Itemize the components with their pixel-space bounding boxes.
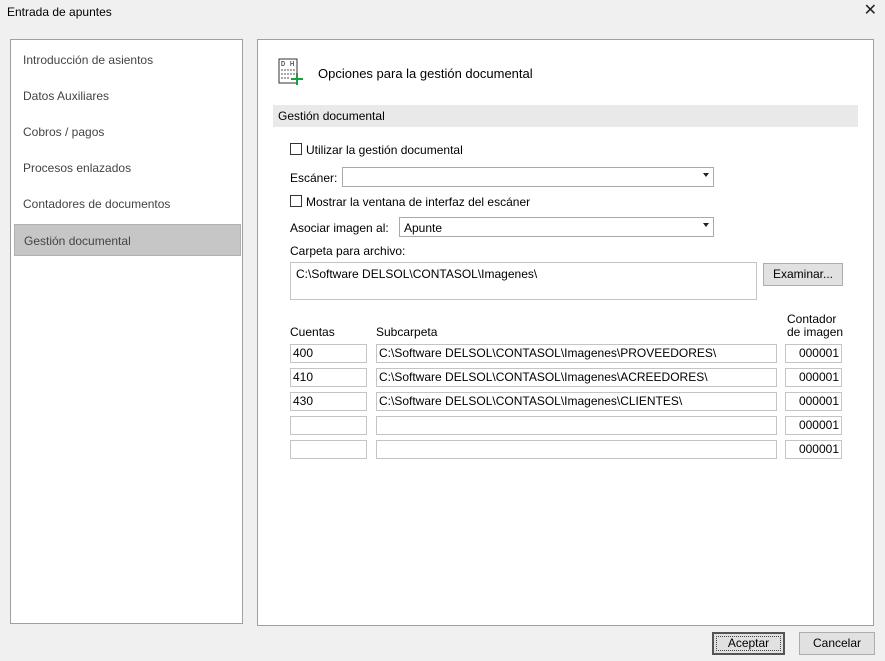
folder-label: Carpeta para archivo: xyxy=(290,244,406,258)
counter-cell[interactable]: 000001 xyxy=(785,440,842,459)
accept-button[interactable]: Aceptar xyxy=(712,632,785,655)
sidebar-item-procesos-enlazados[interactable]: Procesos enlazados xyxy=(14,152,241,184)
counter-cell[interactable]: 000001 xyxy=(785,416,842,435)
account-cell[interactable] xyxy=(290,416,367,435)
account-cell[interactable]: 400 xyxy=(290,344,367,363)
sidebar-item-datos-auxiliares[interactable]: Datos Auxiliares xyxy=(14,80,241,112)
folder-input[interactable]: C:\Software DELSOL\CONTASOL\Imagenes\ xyxy=(290,262,757,300)
sidebar-item-gestion-documental[interactable]: Gestión documental xyxy=(14,224,241,256)
subfolder-cell[interactable] xyxy=(376,416,777,435)
svg-text:D: D xyxy=(281,60,285,68)
account-cell[interactable]: 430 xyxy=(290,392,367,411)
options-panel: D H Opciones para la gestión documental … xyxy=(257,39,874,626)
svg-text:H: H xyxy=(290,60,294,68)
associate-value: Apunte xyxy=(404,221,443,235)
cancel-button[interactable]: Cancelar xyxy=(799,632,875,655)
scanner-select[interactable] xyxy=(342,167,714,187)
sidebar-item-cobros-pagos[interactable]: Cobros / pagos xyxy=(14,116,241,148)
sidebar-item-introduccion[interactable]: Introducción de asientos xyxy=(14,44,241,76)
counter-cell[interactable]: 000001 xyxy=(785,344,842,363)
sidebar: Introducción de asientos Datos Auxiliare… xyxy=(10,39,243,624)
show-scanner-ui-checkbox[interactable] xyxy=(290,195,302,207)
subfolder-cell[interactable] xyxy=(376,440,777,459)
sidebar-item-contadores[interactable]: Contadores de documentos xyxy=(14,188,241,220)
panel-title: Opciones para la gestión documental xyxy=(318,66,533,81)
associate-select[interactable]: Apunte xyxy=(399,217,714,237)
subfolder-cell[interactable]: C:\Software DELSOL\CONTASOL\Imagenes\ACR… xyxy=(376,368,777,387)
browse-button[interactable]: Examinar... xyxy=(763,263,843,286)
counter-header-line2: de imagen xyxy=(787,325,844,339)
chevron-down-icon xyxy=(703,223,709,227)
section-title: Gestión documental xyxy=(278,109,385,123)
use-doc-mgmt-label[interactable]: Utilizar la gestión documental xyxy=(306,143,463,157)
close-icon[interactable]: ✕ xyxy=(864,2,877,20)
associate-label: Asociar imagen al: xyxy=(290,221,389,235)
accounts-header: Cuentas xyxy=(290,325,335,339)
title-bar: Entrada de apuntes ✕ xyxy=(0,0,885,27)
window-title: Entrada de apuntes xyxy=(7,5,112,19)
account-cell[interactable] xyxy=(290,440,367,459)
document-add-icon: D H xyxy=(278,58,303,85)
subfolder-cell[interactable]: C:\Software DELSOL\CONTASOL\Imagenes\CLI… xyxy=(376,392,777,411)
subfolder-header: Subcarpeta xyxy=(376,325,438,339)
counter-cell[interactable]: 000001 xyxy=(785,392,842,411)
section-header: Gestión documental xyxy=(273,105,858,127)
focus-ring xyxy=(716,636,781,651)
use-doc-mgmt-checkbox[interactable] xyxy=(290,143,302,155)
account-cell[interactable]: 410 xyxy=(290,368,367,387)
scanner-label: Escáner: xyxy=(290,171,338,185)
counter-cell[interactable]: 000001 xyxy=(785,368,842,387)
counter-header-line1: Contador xyxy=(787,312,837,326)
subfolder-cell[interactable]: C:\Software DELSOL\CONTASOL\Imagenes\PRO… xyxy=(376,344,777,363)
folder-value: C:\Software DELSOL\CONTASOL\Imagenes\ xyxy=(296,267,538,281)
show-scanner-ui-label[interactable]: Mostrar la ventana de interfaz del escán… xyxy=(306,195,530,209)
chevron-down-icon xyxy=(703,173,709,177)
